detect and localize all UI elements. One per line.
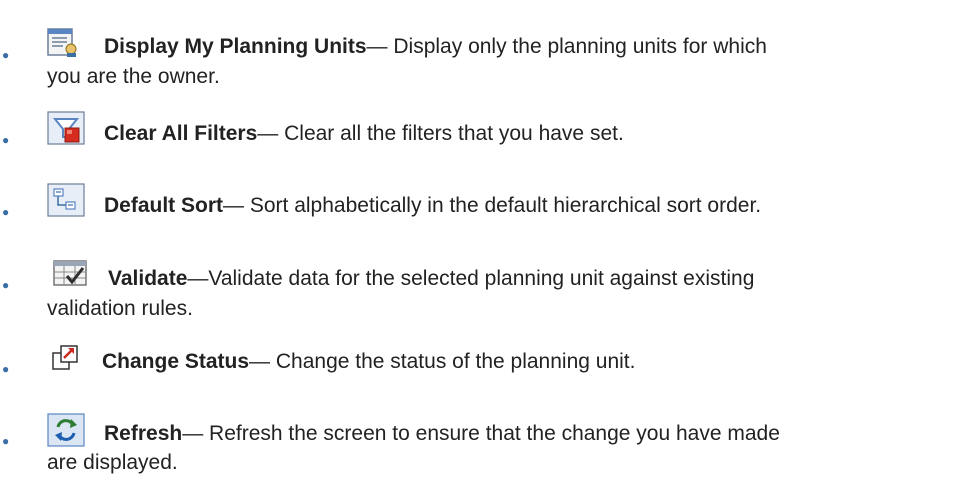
item-label: Display My Planning Units xyxy=(104,35,367,58)
clear-filters-icon xyxy=(47,111,85,145)
item-label: Refresh xyxy=(104,422,183,445)
item-description: Display only the planning units for whic… xyxy=(387,35,767,58)
separator: — xyxy=(366,35,388,58)
item-description: Refresh the screen to ensure that the ch… xyxy=(203,422,780,445)
display-planning-units-icon xyxy=(47,28,77,57)
item-text: Refresh— Refresh the screen to ensure th… xyxy=(104,419,780,449)
validate-icon xyxy=(53,260,87,286)
item-text: Default Sort— Sort alphabetically in the… xyxy=(104,191,761,221)
refresh-icon xyxy=(47,413,85,447)
separator: — xyxy=(249,350,271,373)
bullet: ● xyxy=(2,434,10,448)
bullet: ● xyxy=(2,278,10,292)
separator: — xyxy=(223,194,245,217)
item-description: Validate data for the selected planning … xyxy=(208,267,755,290)
item-description: Sort alphabetically in the default hiera… xyxy=(244,194,762,217)
bullet: ● xyxy=(2,133,10,147)
separator: — xyxy=(182,422,204,445)
item-description-continued: validation rules. xyxy=(47,297,193,320)
item-label: Default Sort xyxy=(104,194,224,217)
item-description-continued: you are the owner. xyxy=(47,65,220,88)
item-label: Validate xyxy=(108,267,188,290)
separator: — xyxy=(187,267,209,290)
item-text: Validate—Validate data for the selected … xyxy=(108,264,754,294)
default-sort-icon xyxy=(47,183,85,217)
item-description-continued: are displayed. xyxy=(47,451,178,474)
item-description: Change the status of the planning unit. xyxy=(270,350,636,373)
separator: — xyxy=(257,122,279,145)
item-text: Display My Planning Units— Display only … xyxy=(104,32,767,62)
bullet: ● xyxy=(2,48,10,62)
item-label: Clear All Filters xyxy=(104,122,258,145)
item-text: Clear All Filters— Clear all the filters… xyxy=(104,119,624,149)
change-status-icon xyxy=(52,345,78,370)
bullet: ● xyxy=(2,205,10,219)
item-label: Change Status xyxy=(102,350,250,373)
item-description: Clear all the filters that you have set. xyxy=(278,122,624,145)
item-text: Change Status— Change the status of the … xyxy=(102,347,635,377)
bullet: ● xyxy=(2,362,10,376)
